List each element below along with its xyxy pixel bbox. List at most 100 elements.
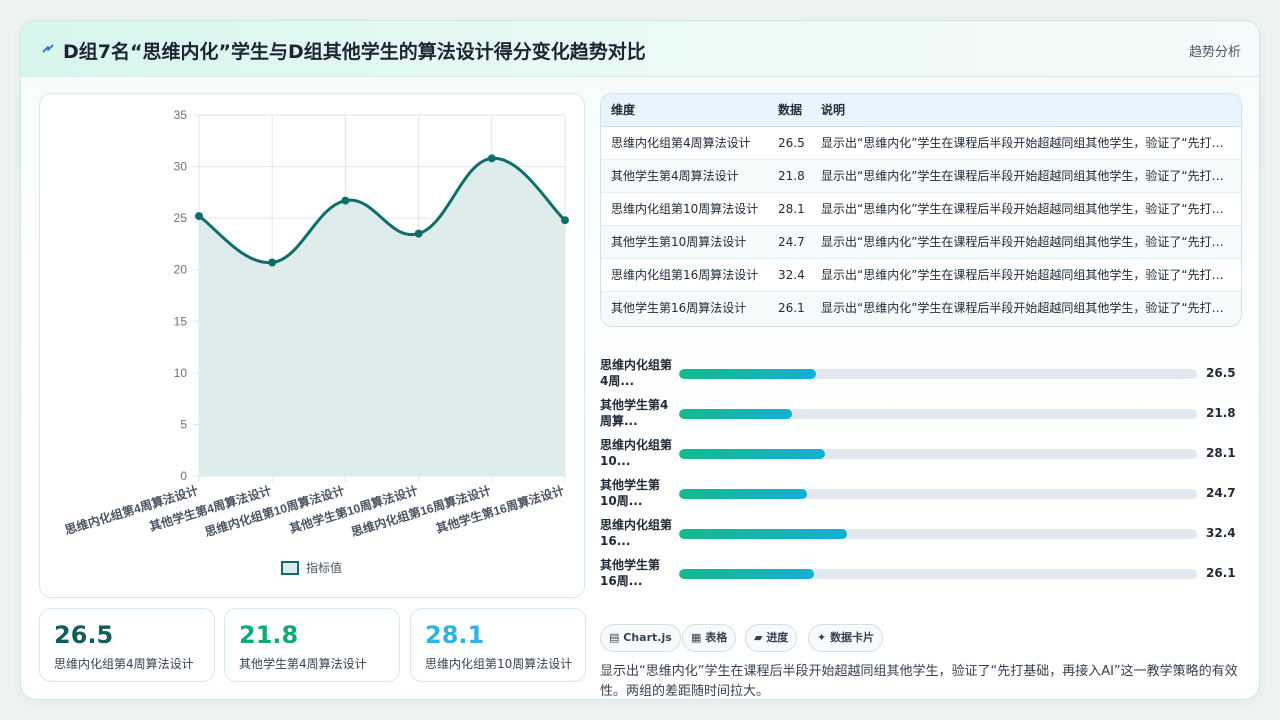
y-tick-label: 5 bbox=[180, 417, 187, 431]
table-cell: 显示出“思维内化”学生在课程后半段开始超越同组其他学生，验证了“先打基础，再接入… bbox=[821, 202, 1226, 216]
table-row: 其他学生第4周算法设计 21.8 显示出“思维内化”学生在课程后半段开始超越同组… bbox=[601, 160, 1241, 193]
area-fill bbox=[199, 158, 565, 476]
chip-label: 进度 bbox=[766, 631, 789, 644]
chip-label: Chart.js bbox=[623, 631, 672, 644]
chip-data-card[interactable]: ✦ 数据卡片 bbox=[808, 624, 884, 652]
chip-progress[interactable]: ▰ 进度 bbox=[745, 624, 798, 652]
table-cell: 其他学生第10周算法设计 bbox=[611, 235, 747, 249]
card-icon: ✦ bbox=[817, 631, 827, 644]
progress-label: 思维内化组第4周... bbox=[600, 358, 673, 388]
progress-label: 思维内化组第10... bbox=[600, 438, 673, 468]
progress-track bbox=[679, 409, 1197, 419]
table-cell: 24.7 bbox=[778, 235, 805, 249]
table-cell: 显示出“思维内化”学生在课程后半段开始超越同组其他学生，验证了“先打基础，再接入… bbox=[821, 268, 1226, 282]
progress-icon: ▰ bbox=[754, 631, 763, 644]
progress-fill bbox=[679, 449, 825, 459]
data-point bbox=[341, 196, 350, 205]
progress-value: 26.5 bbox=[1206, 366, 1236, 380]
table-cell: 显示出“思维内化”学生在课程后半段开始超越同组其他学生，验证了“先打基础，再接入… bbox=[821, 136, 1226, 150]
kpi-card: 26.5 思维内化组第4周算法设计 bbox=[39, 608, 215, 682]
data-point bbox=[268, 258, 277, 267]
data-point bbox=[561, 216, 569, 225]
kpi-label: 其他学生第4周算法设计 bbox=[239, 657, 367, 671]
table-cell: 思维内化组第4周算法设计 bbox=[611, 136, 751, 150]
progress-row: 其他学生第16周... 26.1 bbox=[600, 557, 1242, 591]
progress-track bbox=[679, 489, 1197, 499]
kpi-card: 28.1 思维内化组第10周算法设计 bbox=[410, 608, 586, 682]
y-tick-label: 0 bbox=[180, 469, 187, 483]
column-header: 维度 bbox=[611, 103, 636, 117]
x-tick-label: 其他学生第16周算法设计 bbox=[434, 483, 566, 536]
table-cell: 显示出“思维内化”学生在课程后半段开始超越同组其他学生，验证了“先打基础，再接入… bbox=[821, 235, 1226, 249]
table-row: 思维内化组第4周算法设计 26.5 显示出“思维内化”学生在课程后半段开始超越同… bbox=[601, 127, 1241, 160]
y-tick-label: 10 bbox=[174, 366, 188, 380]
kpi-label: 思维内化组第4周算法设计 bbox=[54, 657, 194, 671]
data-point bbox=[414, 229, 423, 238]
table-cell: 思维内化组第10周算法设计 bbox=[611, 202, 759, 216]
progress-track bbox=[679, 529, 1197, 539]
progress-label: 其他学生第10周... bbox=[600, 478, 661, 508]
data-table: 维度 数据 说明 思维内化组第4周算法设计 26.5 显示出“思维内化”学生在课… bbox=[600, 93, 1242, 327]
table-cell: 其他学生第16周算法设计 bbox=[611, 301, 747, 315]
progress-row: 思维内化组第10... 28.1 bbox=[600, 437, 1242, 471]
progress-fill bbox=[679, 569, 815, 579]
summary-text: 显示出“思维内化”学生在课程后半段开始超越同组其他学生，验证了“先打基础，再接入… bbox=[600, 664, 1238, 699]
progress-value: 28.1 bbox=[1206, 446, 1236, 460]
table-row: 其他学生第10周算法设计 24.7 显示出“思维内化”学生在课程后半段开始超越同… bbox=[601, 226, 1241, 259]
y-tick-label: 30 bbox=[174, 160, 188, 174]
progress-label: 其他学生第4周算... bbox=[600, 398, 669, 428]
progress-row: 其他学生第4周算... 21.8 bbox=[600, 397, 1242, 431]
table-cell: 思维内化组第16周算法设计 bbox=[611, 268, 759, 282]
chip-label: 数据卡片 bbox=[830, 631, 875, 644]
y-tick-label: 15 bbox=[174, 314, 188, 328]
kpi-value: 26.5 bbox=[54, 621, 114, 649]
chart-icon: ▤ bbox=[609, 631, 620, 644]
progress-label: 思维内化组第16... bbox=[600, 518, 673, 548]
table-cell: 其他学生第4周算法设计 bbox=[611, 169, 739, 183]
progress-value: 24.7 bbox=[1206, 486, 1236, 500]
line-chart: 05101520253035思维内化组第4周算法设计其他学生第4周算法设计思维内… bbox=[63, 108, 569, 575]
kpi-card: 21.8 其他学生第4周算法设计 bbox=[224, 608, 400, 682]
table-cell: 显示出“思维内化”学生在课程后半段开始超越同组其他学生，验证了“先打基础，再接入… bbox=[821, 169, 1226, 183]
progress-fill bbox=[679, 409, 792, 419]
content: 0 5 10 15 20 25 30 35 思维内化组第4周算法设计 其他学生第4周算法设计 思维内… bbox=[21, 78, 1259, 699]
progress-value: 32.4 bbox=[1206, 526, 1236, 540]
progress-row: 思维内化组第4周... 26.5 bbox=[600, 357, 1242, 391]
column-header: 数据 bbox=[778, 103, 803, 117]
page-title: D组7名“思维内化”学生与D组其他学生的算法设计得分变化趋势对比 bbox=[63, 41, 646, 63]
progress-label: 其他学生第16周... bbox=[600, 558, 661, 588]
chip-table[interactable]: ▦ 表格 bbox=[682, 624, 737, 652]
legend-label: 指标值 bbox=[306, 560, 342, 575]
table-cell: 21.8 bbox=[778, 169, 805, 183]
y-tick-label: 35 bbox=[174, 108, 188, 122]
table-header: 维度 数据 说明 bbox=[601, 94, 1241, 127]
dashboard-card: D组7名“思维内化”学生与D组其他学生的算法设计得分变化趋势对比 趋势分析 0 5… bbox=[20, 20, 1260, 700]
progress-fill bbox=[679, 489, 807, 499]
progress-value: 21.8 bbox=[1206, 406, 1236, 420]
progress-row: 其他学生第10周... 24.7 bbox=[600, 477, 1242, 511]
table-cell: 26.5 bbox=[778, 136, 805, 150]
progress-row: 思维内化组第16... 32.4 bbox=[600, 517, 1242, 551]
table-cell: 32.4 bbox=[778, 268, 805, 282]
table-cell: 28.1 bbox=[778, 202, 805, 216]
progress-fill bbox=[679, 369, 817, 379]
table-row: 思维内化组第16周算法设计 32.4 显示出“思维内化”学生在课程后半段开始超越… bbox=[601, 259, 1241, 292]
progress-value: 26.1 bbox=[1206, 566, 1236, 580]
table-row: 其他学生第16周算法设计 26.1 显示出“思维内化”学生在课程后半段开始超越同… bbox=[601, 292, 1241, 325]
progress-track bbox=[679, 569, 1197, 579]
progress-track bbox=[679, 369, 1197, 379]
table-icon: ▦ bbox=[691, 631, 702, 644]
data-point bbox=[487, 154, 496, 163]
lightning-icon bbox=[42, 44, 54, 53]
chip-chartjs[interactable]: ▤ Chart.js bbox=[600, 624, 681, 652]
column-header: 说明 bbox=[821, 103, 846, 117]
progress-fill bbox=[679, 529, 847, 539]
trend-analysis-tag[interactable]: 趋势分析 bbox=[1189, 41, 1241, 60]
table-cell: 26.1 bbox=[778, 301, 805, 315]
y-tick-label: 25 bbox=[174, 211, 188, 225]
table-row: 思维内化组第10周算法设计 28.1 显示出“思维内化”学生在课程后半段开始超越… bbox=[601, 193, 1241, 226]
data-point bbox=[195, 212, 203, 221]
kpi-value: 28.1 bbox=[425, 621, 485, 649]
line-chart-panel: 0 5 10 15 20 25 30 35 思维内化组第4周算法设计 其他学生第4周算法设计 思维内… bbox=[39, 93, 585, 598]
chip-label: 表格 bbox=[705, 631, 728, 644]
